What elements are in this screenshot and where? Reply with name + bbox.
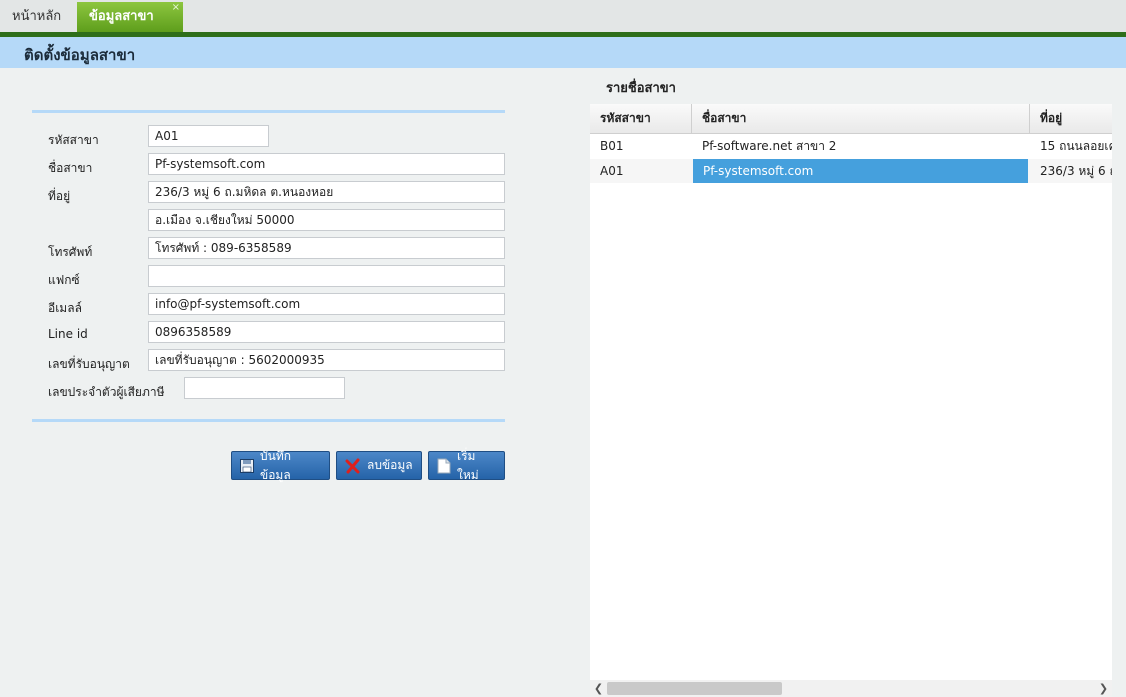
tab-bar: หน้าหลัก ข้อมูลสาขา ×: [0, 0, 1126, 33]
branch-name-input[interactable]: Pf-systemsoft.com: [148, 153, 505, 175]
page-header: ติดตั้งข้อมูลสาขา: [0, 37, 1126, 68]
save-button-label: บันทึกข้อมูล: [260, 448, 291, 482]
close-icon[interactable]: ×: [172, 0, 180, 23]
cell-name: Pf-systemsoft.com: [693, 159, 1028, 183]
address-line1-input[interactable]: 236/3 หมู่ 6 ถ.มหิดล ต.หนองหอย: [148, 181, 505, 203]
tab-branch-info[interactable]: ข้อมูลสาขา ×: [77, 2, 183, 32]
phone-label: โทรศัพท์: [48, 245, 93, 259]
branch-code-label: รหัสสาขา: [48, 133, 99, 147]
tax-id-label: เลขประจำตัวผู้เสียภาษี: [48, 385, 165, 399]
cell-name: Pf-software.net สาขา 2: [702, 139, 837, 153]
fax-input[interactable]: [148, 265, 505, 287]
phone-input[interactable]: โทรศัพท์ : 089-6358589: [148, 237, 505, 259]
address-label: ที่อยู่: [48, 189, 71, 203]
page-title: ติดตั้งข้อมูลสาขา: [24, 46, 136, 64]
tax-id-input[interactable]: [184, 377, 345, 399]
branch-list-grid[interactable]: รหัสสาขา ชื่อสาขา ที่อยู่ B01 Pf-softwar…: [590, 104, 1112, 680]
scroll-right-icon[interactable]: ❯: [1095, 680, 1112, 697]
form-bottom-divider: [32, 419, 505, 422]
email-input[interactable]: info@pf-systemsoft.com: [148, 293, 505, 315]
license-label: เลขที่รับอนุญาต: [48, 357, 130, 371]
save-button[interactable]: บันทึกข้อมูล: [231, 449, 330, 482]
fax-label: แฟกซ์: [48, 273, 80, 287]
new-document-icon: [437, 458, 451, 473]
branch-list-title: รายชื่อสาขา: [606, 81, 676, 96]
line-id-label: Line id: [48, 327, 88, 341]
grid-header: รหัสสาขา ชื่อสาขา ที่อยู่: [590, 104, 1112, 134]
delete-button[interactable]: ลบข้อมูล: [336, 451, 422, 480]
reset-button[interactable]: เริ่มใหม่: [428, 449, 505, 482]
cell-address: 236/3 หมู่ 6 ถ.: [1040, 164, 1112, 178]
table-row-selected[interactable]: A01 Pf-systemsoft.com 236/3 หมู่ 6 ถ.: [590, 159, 1112, 183]
branch-code-input[interactable]: A01: [148, 125, 269, 147]
floppy-disk-icon: [240, 458, 254, 473]
form-top-divider: [32, 110, 505, 113]
line-id-input[interactable]: 0896358589: [148, 321, 505, 343]
horizontal-scrollbar[interactable]: ❮ ❯: [590, 680, 1112, 697]
column-header-name[interactable]: ชื่อสาขา: [692, 104, 1030, 133]
reset-button-label: เริ่มใหม่: [457, 448, 479, 482]
column-header-address[interactable]: ที่อยู่: [1030, 104, 1112, 133]
tab-branch-info-label: ข้อมูลสาขา: [89, 9, 154, 24]
address-line2-input[interactable]: อ.เมือง จ.เชียงใหม่ 50000: [148, 209, 505, 231]
tab-home[interactable]: หน้าหลัก: [0, 2, 73, 32]
scroll-left-icon[interactable]: ❮: [590, 680, 607, 697]
cell-code: A01: [600, 164, 624, 178]
license-input[interactable]: เลขที่รับอนุญาต : 5602000935: [148, 349, 505, 371]
table-row[interactable]: B01 Pf-software.net สาขา 2 15 ถนนลอยเคร: [590, 134, 1112, 158]
column-header-code[interactable]: รหัสสาขา: [590, 104, 692, 133]
branch-name-label: ชื่อสาขา: [48, 161, 93, 175]
cell-address: 15 ถนนลอยเคร: [1040, 139, 1112, 153]
scrollbar-thumb[interactable]: [607, 682, 782, 695]
delete-x-icon: [345, 458, 360, 473]
delete-button-label: ลบข้อมูล: [367, 458, 413, 472]
cell-code: B01: [600, 139, 624, 153]
email-label: อีเมลล์: [48, 301, 82, 315]
